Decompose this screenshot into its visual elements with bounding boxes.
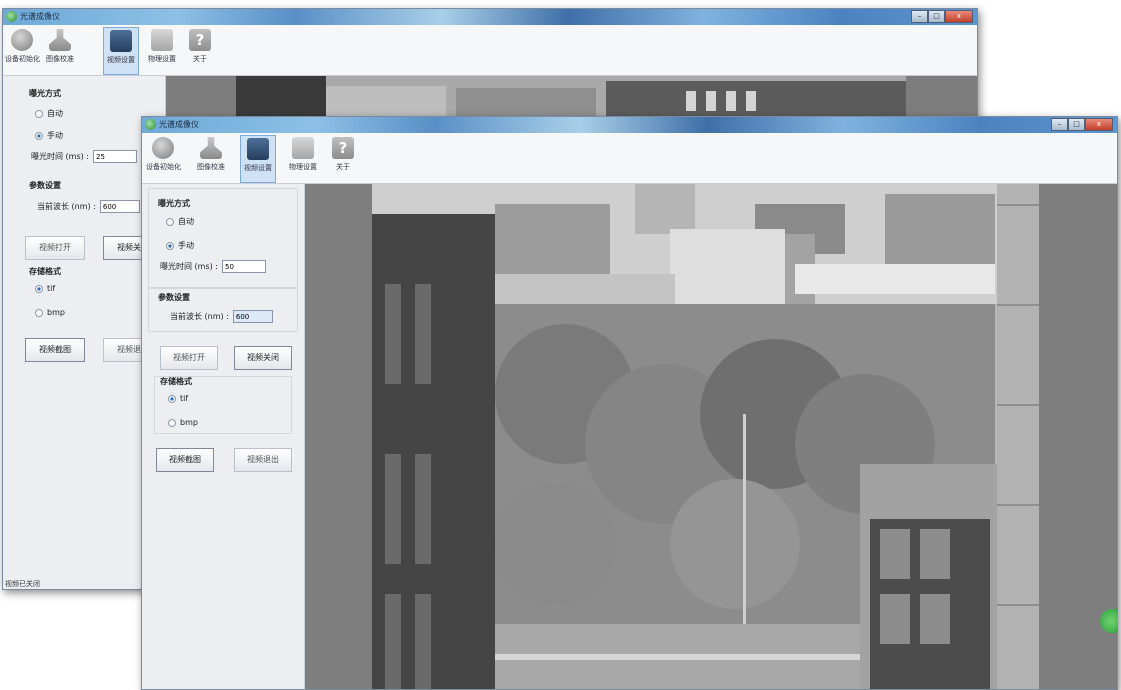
exposure-time-label: 曝光时间 (ms) :: [31, 152, 89, 161]
storage-tif-radio[interactable]: tif: [35, 284, 55, 293]
device-init-icon: [11, 29, 33, 51]
video-close-button[interactable]: 视频关闭: [234, 346, 292, 370]
wavelength-row: 当前波长 (nm) :: [37, 200, 140, 213]
device-init-button[interactable]: 设备初始化: [5, 27, 40, 73]
toolbar-label: 图像校准: [197, 163, 225, 171]
radio-icon: [168, 394, 176, 403]
radio-icon: [166, 217, 174, 226]
toolbar-label: 设备初始化: [146, 163, 181, 171]
wavelength-label: 当前波长 (nm) :: [170, 312, 229, 321]
radio-icon: [35, 284, 43, 293]
params-title: 参数设置: [29, 181, 61, 190]
capture-button[interactable]: 视频截图: [156, 448, 214, 472]
video-settings-button[interactable]: 视频设置: [103, 27, 139, 75]
exposure-auto-radio[interactable]: 自动: [166, 216, 194, 227]
close-button[interactable]: x: [1085, 118, 1113, 131]
storage-tif-radio[interactable]: tif: [168, 394, 188, 403]
window-title: 光谱成像仪: [159, 120, 199, 129]
toolbar-label: 视频设置: [107, 56, 135, 64]
exposure-time-input[interactable]: [92, 150, 137, 163]
video-frame: [305, 184, 1117, 689]
video-open-button[interactable]: 视频打开: [160, 346, 218, 370]
radio-label: 自动: [47, 109, 63, 118]
wavelength-label: 当前波长 (nm) :: [37, 202, 96, 211]
toolbar-label: 物理设置: [289, 163, 317, 171]
exit-button[interactable]: 视频退出: [234, 448, 292, 472]
wavelength-input[interactable]: [232, 310, 273, 323]
close-button[interactable]: x: [945, 10, 973, 23]
radio-label: 手动: [178, 241, 194, 250]
radio-icon: [168, 418, 176, 427]
radio-label: 手动: [47, 131, 63, 140]
radio-label: bmp: [180, 418, 198, 427]
image-calibration-button[interactable]: 图像校准: [194, 135, 228, 181]
exposure-time-input[interactable]: [221, 260, 266, 273]
capture-button[interactable]: 视频截图: [25, 338, 85, 362]
toolbar: 设备初始化 图像校准 视频设置 物理设置 ? 关于: [3, 25, 977, 76]
exposure-manual-radio[interactable]: 手动: [35, 130, 63, 141]
wavelength-input[interactable]: [99, 200, 140, 213]
video-viewport: [305, 184, 1117, 689]
settings-panel: 曝光方式 自动 手动 曝光时间 (ms) : 参数设置 当前波长 (nm) : …: [142, 184, 305, 689]
radio-label: tif: [180, 394, 189, 403]
exposure-time-row: 曝光时间 (ms) :: [160, 260, 266, 273]
device-init-button[interactable]: 设备初始化: [146, 135, 181, 181]
exposure-title: 曝光方式: [29, 89, 61, 98]
toolbar-label: 关于: [193, 55, 207, 63]
exposure-time-label: 曝光时间 (ms) :: [160, 262, 218, 271]
minimize-button[interactable]: –: [911, 10, 928, 23]
storage-title: 存储格式: [160, 377, 192, 386]
exposure-manual-radio[interactable]: 手动: [166, 240, 194, 251]
video-settings-button[interactable]: 视频设置: [240, 135, 276, 183]
video-settings-icon: [110, 30, 132, 52]
toolbar: 设备初始化 图像校准 视频设置 物理设置 ? 关于: [142, 133, 1117, 184]
help-icon: ?: [189, 29, 211, 51]
video-settings-icon: [247, 138, 269, 160]
storage-bmp-radio[interactable]: bmp: [168, 418, 198, 427]
toolbar-label: 关于: [336, 163, 350, 171]
window-title: 光谱成像仪: [20, 12, 60, 21]
exposure-auto-radio[interactable]: 自动: [35, 108, 63, 119]
toolbar-label: 图像校准: [46, 55, 74, 63]
exposure-title: 曝光方式: [158, 199, 190, 208]
maximize-button[interactable]: □: [928, 10, 945, 23]
image-calibration-icon: [200, 137, 222, 159]
storage-bmp-radio[interactable]: bmp: [35, 308, 65, 317]
params-title: 参数设置: [158, 293, 190, 302]
physical-settings-button[interactable]: 物理设置: [145, 27, 179, 73]
storage-title: 存储格式: [29, 267, 61, 276]
maximize-button[interactable]: □: [1068, 118, 1085, 131]
app-icon: [145, 119, 156, 130]
radio-label: bmp: [47, 308, 65, 317]
radio-label: tif: [47, 284, 56, 293]
title-bar[interactable]: 光谱成像仪 – □ x: [142, 117, 1117, 133]
title-bar[interactable]: 光谱成像仪 – □ x: [3, 9, 977, 25]
device-init-icon: [152, 137, 174, 159]
floating-side-tab[interactable]: [1100, 609, 1118, 633]
status-bar: 视频已关闭: [5, 580, 40, 588]
physical-settings-icon: [292, 137, 314, 159]
app-icon: [6, 11, 17, 22]
minimize-button[interactable]: –: [1051, 118, 1068, 131]
toolbar-label: 设备初始化: [5, 55, 40, 63]
image-calibration-button[interactable]: 图像校准: [43, 27, 77, 73]
help-icon: ?: [332, 137, 354, 159]
exposure-time-row: 曝光时间 (ms) :: [31, 150, 137, 163]
physical-settings-icon: [151, 29, 173, 51]
video-open-button[interactable]: 视频打开: [25, 236, 85, 260]
radio-icon: [166, 241, 174, 250]
about-button[interactable]: ? 关于: [326, 135, 360, 181]
toolbar-label: 物理设置: [148, 55, 176, 63]
radio-icon: [35, 109, 43, 118]
radio-label: 自动: [178, 217, 194, 226]
about-button[interactable]: ? 关于: [183, 27, 217, 73]
physical-settings-button[interactable]: 物理设置: [286, 135, 320, 181]
radio-icon: [35, 308, 43, 317]
radio-icon: [35, 131, 43, 140]
app-window-foreground: 光谱成像仪 – □ x 设备初始化 图像校准 视频设置 物理设置 ? 关于 曝光…: [141, 116, 1118, 690]
toolbar-label: 视频设置: [244, 164, 272, 172]
wavelength-row: 当前波长 (nm) :: [170, 310, 273, 323]
image-calibration-icon: [49, 29, 71, 51]
